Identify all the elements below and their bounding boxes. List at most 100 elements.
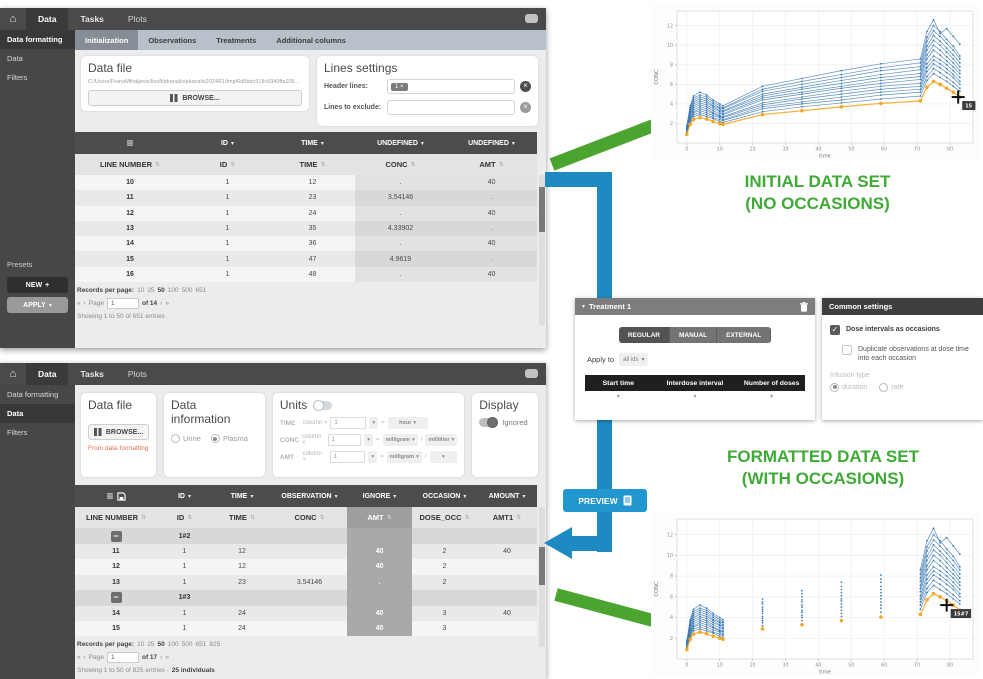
last-page-icon[interactable]: » <box>165 300 169 307</box>
browse-button[interactable]: BROWSE... <box>88 90 302 106</box>
tab-initialization[interactable]: Initialization <box>75 30 138 50</box>
conc-unit2-select[interactable]: milliliter▾ <box>425 434 457 446</box>
col-type-time[interactable]: TIME▾ <box>212 485 272 507</box>
time-factor-unit-select[interactable]: ▾ <box>369 417 378 429</box>
amt-unit2-select[interactable]: ▾ <box>430 451 458 463</box>
sort-icon[interactable]: ⇅ <box>187 514 192 521</box>
save-icon[interactable] <box>117 492 126 501</box>
first-page-icon[interactable]: « <box>77 654 81 661</box>
records-option[interactable]: 10 <box>137 641 144 648</box>
lines-exclude-input[interactable] <box>387 100 515 115</box>
sidebar-item-data-formatting[interactable]: Data formatting <box>0 385 75 404</box>
col-amt[interactable]: AMT⇅ <box>446 154 537 175</box>
records-option[interactable]: 100 <box>168 287 179 294</box>
col-dose-occ[interactable]: DOSE_OCC⇅ <box>412 507 477 528</box>
records-option[interactable]: 500 <box>182 287 193 294</box>
page-input[interactable]: 1 <box>107 298 139 309</box>
new-preset-button[interactable]: NEW+ <box>7 277 68 293</box>
tab-manual[interactable]: MANUAL <box>670 327 717 343</box>
header-lines-input[interactable]: 1 × <box>387 79 515 94</box>
last-page-icon[interactable]: » <box>165 654 169 661</box>
conc-factor-input[interactable]: 1 <box>328 434 362 446</box>
sidebar-item-filters[interactable]: Filters <box>0 423 75 442</box>
amt-factor-unit-select[interactable]: ▾ <box>368 451 377 463</box>
records-option[interactable]: 651 <box>196 641 207 648</box>
from-data-formatting-note[interactable]: From data formatting <box>88 445 149 452</box>
urine-radio[interactable] <box>171 434 180 443</box>
col-type-id[interactable]: ID▾ <box>157 485 212 507</box>
sort-icon[interactable]: ⇅ <box>230 161 235 168</box>
col-type-undefined-2[interactable]: UNDEFINED▾ <box>446 132 537 154</box>
records-option[interactable]: 500 <box>182 641 193 648</box>
records-option-selected[interactable]: 50 <box>158 641 165 648</box>
ignored-toggle[interactable] <box>479 418 498 427</box>
tab-treatments[interactable]: Treatments <box>206 30 266 50</box>
sort-icon[interactable]: ⇅ <box>411 161 416 168</box>
first-page-icon[interactable]: « <box>77 300 81 307</box>
comment-icon[interactable] <box>525 369 538 378</box>
collapse-group-icon[interactable]: − <box>111 592 122 603</box>
conc-unit-select[interactable]: milligram▾ <box>383 434 418 446</box>
col-id[interactable]: ID⇅ <box>185 154 270 175</box>
units-toggle[interactable] <box>313 401 332 410</box>
sort-icon[interactable]: ⇅ <box>320 161 325 168</box>
col-type-time[interactable]: TIME▾ <box>270 132 355 154</box>
sort-icon[interactable]: ⇅ <box>516 514 521 521</box>
sort-icon[interactable]: ⇅ <box>387 514 392 521</box>
col-conc[interactable]: CONC⇅ <box>272 507 347 528</box>
col-type-amount[interactable]: AMOUNT▾ <box>477 485 537 507</box>
home-icon[interactable]: ⌂ <box>0 363 26 385</box>
col-id[interactable]: ID⇅ <box>157 507 212 528</box>
conc-factor-unit-select[interactable]: ▾ <box>364 434 373 446</box>
clear-lines-exclude-icon[interactable]: × <box>520 102 531 113</box>
preview-button[interactable]: PREVIEW <box>563 489 647 512</box>
records-option-selected[interactable]: 50 <box>158 287 165 294</box>
sort-icon[interactable]: ⇅ <box>465 514 470 521</box>
time-unit-select[interactable]: hour▾ <box>388 417 428 429</box>
header-lines-tag[interactable]: 1 × <box>391 83 408 91</box>
records-option[interactable]: 100 <box>168 641 179 648</box>
amt-factor-input[interactable]: 1 <box>330 451 366 463</box>
comment-icon[interactable] <box>525 14 538 23</box>
apply-preset-button[interactable]: APPLY▾ <box>7 297 68 313</box>
collapse-group-icon[interactable]: − <box>111 531 122 542</box>
col-amt1[interactable]: AMT1⇅ <box>477 507 537 528</box>
col-type-occasion[interactable]: OCCASION▾ <box>412 485 477 507</box>
sort-icon[interactable]: ⇅ <box>155 161 160 168</box>
col-line-number[interactable]: LINE NUMBER⇅ <box>75 507 157 528</box>
treatment-table-row[interactable]: ▾▾▾ <box>585 393 805 400</box>
col-conc[interactable]: CONC⇅ <box>355 154 446 175</box>
nav-tab-tasks[interactable]: Tasks <box>68 8 115 30</box>
records-option[interactable]: 825 <box>209 641 220 648</box>
col-type-ignore[interactable]: IGNORE▾ <box>347 485 412 507</box>
browse-button[interactable]: BROWSE... <box>88 424 149 440</box>
trash-icon[interactable] <box>800 302 808 312</box>
tab-external[interactable]: EXTERNAL <box>717 327 771 343</box>
time-factor-input[interactable]: 1 <box>330 417 366 429</box>
next-page-icon[interactable]: › <box>160 654 162 661</box>
tab-additional-columns[interactable]: Additional columns <box>266 30 356 50</box>
nav-tab-data[interactable]: Data <box>26 8 68 30</box>
table-menu-icon[interactable]: ≡ <box>106 491 113 501</box>
sort-icon[interactable]: ⇅ <box>499 161 504 168</box>
duration-radio[interactable] <box>830 383 839 392</box>
sort-icon[interactable]: ⇅ <box>320 514 325 521</box>
records-option[interactable]: 25 <box>147 641 154 648</box>
records-option[interactable]: 25 <box>147 287 154 294</box>
col-type-id[interactable]: ID▾ <box>185 132 270 154</box>
tab-observations[interactable]: Observations <box>138 30 206 50</box>
col-amt-ignored[interactable]: AMT⇅ <box>347 507 412 528</box>
nav-tab-tasks[interactable]: Tasks <box>68 363 115 385</box>
dose-intervals-checkbox[interactable]: ✓ <box>830 325 840 335</box>
records-option[interactable]: 10 <box>137 287 144 294</box>
next-page-icon[interactable]: › <box>160 300 162 307</box>
duplicate-observations-checkbox[interactable] <box>842 345 852 355</box>
plasma-radio[interactable] <box>211 434 220 443</box>
table-scrollbar[interactable] <box>539 175 545 325</box>
sort-icon[interactable]: ⇅ <box>141 514 146 521</box>
col-type-observation[interactable]: OBSERVATION▾ <box>272 485 347 507</box>
col-time[interactable]: TIME⇅ <box>270 154 355 175</box>
nav-tab-data[interactable]: Data <box>26 363 68 385</box>
sidebar-item-filters[interactable]: Filters <box>0 68 75 87</box>
sidebar-item-data[interactable]: Data <box>0 49 75 68</box>
